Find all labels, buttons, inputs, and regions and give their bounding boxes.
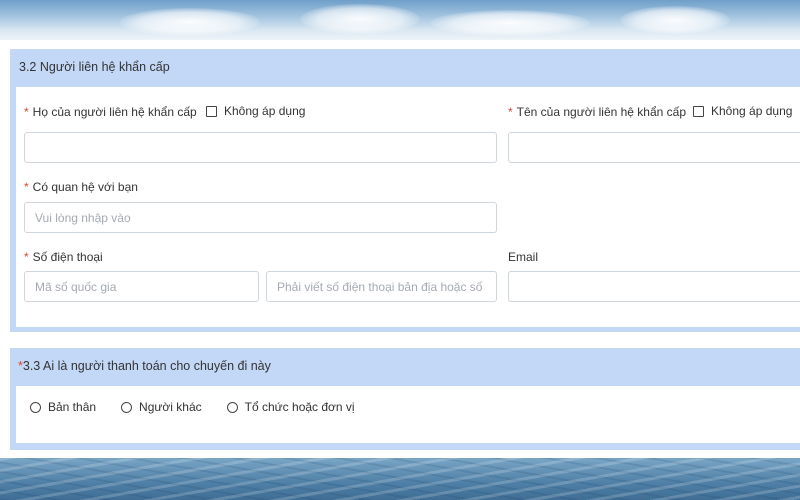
payer-option-organization[interactable]: Tổ chức hoặc đơn vị (226, 400, 355, 414)
relationship-input[interactable] (24, 202, 497, 233)
radio-icon[interactable] (226, 401, 238, 413)
surname-not-applicable-checkbox[interactable]: Không áp dụng (206, 104, 305, 118)
payer-option-other-person[interactable]: Người khác (121, 400, 202, 414)
radio-label: Người khác (139, 400, 202, 414)
email-input[interactable] (508, 271, 800, 302)
sea-background (0, 458, 800, 500)
section-body: * Họ của người liên hệ khẩn cấp Không áp … (16, 87, 800, 327)
given-name-label: * Tên của người liên hệ khẩn cấp (508, 105, 687, 119)
country-code-input[interactable] (24, 271, 259, 302)
relationship-label: * Có quan hệ với bạn (24, 180, 138, 194)
section-title: 3.3 Ai là người thanh toán cho chuyến đi… (22, 359, 271, 373)
phone-label: * Số điện thoại (24, 250, 103, 264)
required-mark: * (508, 105, 513, 119)
given-name-not-applicable-checkbox[interactable]: Không áp dụng (693, 104, 792, 118)
required-mark: * (24, 180, 29, 194)
checkbox-label: Không áp dụng (711, 104, 793, 118)
section-header: 3.2 Người liên hệ khẩn cấp (10, 49, 800, 85)
given-name-input[interactable] (508, 132, 800, 163)
form-page: 3.2 Người liên hệ khẩn cấp * Họ của người… (0, 40, 800, 458)
section-emergency-contact: 3.2 Người liên hệ khẩn cấp * Họ của người… (10, 49, 800, 332)
section-body: Bản thân Người khác Tổ chức hoặc đơn vị (16, 386, 800, 443)
radio-label: Tổ chức hoặc đơn vị (244, 400, 355, 414)
required-mark: * (24, 105, 29, 119)
payer-radio-group: Bản thân Người khác Tổ chức hoặc đơn vị (30, 400, 380, 414)
section-title: 3.2 Người liên hệ khẩn cấp (19, 60, 170, 74)
checkbox-label: Không áp dụng (224, 104, 306, 118)
phone-number-input[interactable] (266, 271, 497, 302)
section-payer: * 3.3 Ai là người thanh toán cho chuyến … (10, 348, 800, 450)
sky-background (0, 0, 800, 40)
surname-input[interactable] (24, 132, 497, 163)
radio-icon[interactable] (30, 401, 41, 413)
surname-label: * Họ của người liên hệ khẩn cấp (24, 105, 197, 119)
radio-label: Bản thân (48, 400, 97, 414)
required-mark: * (24, 250, 29, 264)
checkbox-icon[interactable] (693, 105, 704, 117)
radio-icon[interactable] (121, 401, 133, 413)
payer-option-self[interactable]: Bản thân (30, 400, 96, 414)
section-header: * 3.3 Ai là người thanh toán cho chuyến … (10, 348, 800, 384)
checkbox-icon[interactable] (206, 105, 217, 117)
email-label: Email (508, 250, 539, 264)
